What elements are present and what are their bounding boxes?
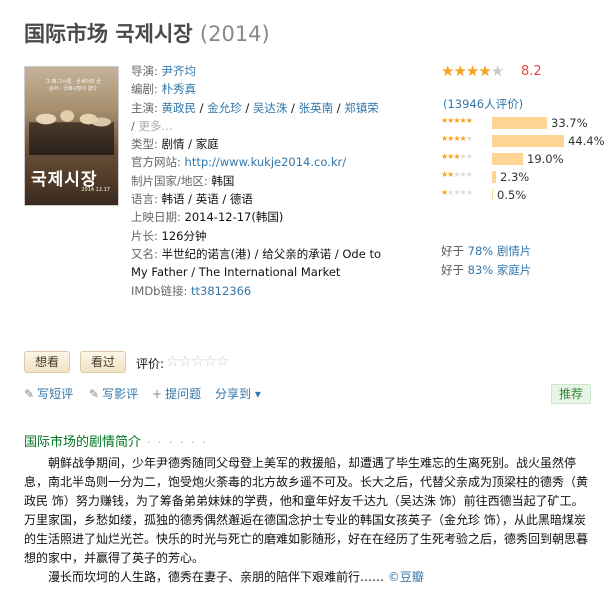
movie-year: (2014) — [199, 22, 270, 46]
rating-bar — [492, 117, 547, 129]
movie-poster[interactable]: 그 때 그시절 · 굳세어라 금순아 · 국제시장이 왔다 국제시장 2014 … — [24, 66, 119, 206]
site-label: 官方网站: — [131, 155, 181, 170]
rating-distribution-row: ★★★★★ 2.3% — [441, 168, 601, 186]
rating-percent: 33.7% — [551, 116, 588, 130]
aka-label: 又名: — [131, 246, 158, 261]
language-label: 语言: — [131, 192, 158, 207]
star-icon: ★ — [465, 62, 479, 80]
ask-question-link[interactable]: + 提问题 — [152, 385, 201, 402]
summary-text: 朝鲜战争期间，少年尹德秀随同父母登上美军的救援船，却遭遇了毕生难忘的生离死别。战… — [24, 454, 590, 587]
rate-stars-input[interactable]: ☆☆☆☆☆ — [166, 352, 229, 370]
rating-stars-icon: ★★★★★ — [441, 62, 504, 80]
imdb-link[interactable]: tt3812366 — [191, 284, 251, 298]
want-to-watch-button[interactable]: 想看 — [24, 351, 71, 373]
write-review-link[interactable]: ✎ 写影评 — [89, 385, 138, 402]
rating-bar — [492, 135, 564, 147]
rating-distribution-row: ★★★★★ 19.0% — [441, 150, 601, 168]
release-value: 2014-12-17(韩国) — [184, 210, 284, 225]
better-than-link[interactable]: 83% 家庭片 — [468, 263, 532, 277]
movie-title: 国际市场 국제시장 — [24, 22, 193, 46]
star-icon: ★ — [441, 62, 454, 80]
mini-stars-icon: ★★★★★ — [441, 188, 473, 197]
rating-distribution-row: ★★★★★ 44.4% — [441, 132, 605, 150]
rating-percent: 44.4% — [568, 134, 605, 148]
rating-distribution: ★★★★★ 33.7% ★★★★★ 44.4% ★★★★★ 19.0% ★★★★★ 2.3% ★… — [441, 114, 605, 204]
genre-label: 类型: — [131, 137, 158, 152]
douban-source-link[interactable]: ©豆瓣 — [388, 570, 424, 584]
rate-label: 评价: — [136, 357, 165, 371]
watched-button[interactable]: 看过 — [80, 351, 127, 373]
cast-link[interactable]: 金允珍 — [207, 101, 242, 115]
director-link[interactable]: 尹齐均 — [162, 64, 197, 78]
star-icon: ★ — [453, 62, 466, 80]
runtime-value: 126分钟 — [161, 228, 207, 243]
poster-photo — [29, 95, 114, 155]
rating-bar — [492, 171, 496, 183]
mini-stars-icon: ★★★★★ — [441, 170, 473, 179]
poster-tagline: 그 때 그시절 · 굳세어라 금순아 · 국제시장이 왔다 — [45, 79, 101, 92]
rating-bar — [492, 153, 523, 165]
rating-score: 8.2 — [521, 64, 542, 79]
aka-value: 半世纪的诺言(港) / 给父亲的承诺 / Ode to My Father / … — [131, 246, 382, 280]
rating-percent: 0.5% — [497, 188, 527, 202]
summary-heading: 国际市场的剧情简介 · · · · · · — [24, 435, 208, 450]
mini-stars-icon: ★★★★★ — [441, 116, 473, 125]
summary-paragraph: 漫长而坎坷的人生路，德秀在妻子、亲朋的陪伴下艰难前行…… ©豆瓣 — [48, 570, 424, 584]
page-title: 国际市场 국제시장 (2014) — [24, 18, 270, 48]
better-than-link[interactable]: 78% 剧情片 — [468, 244, 532, 258]
better-than-row: 好于 78% 剧情片 — [441, 244, 532, 258]
pencil-icon: ✎ — [89, 387, 100, 401]
chevron-down-icon: ▾ — [254, 387, 261, 401]
cast-link[interactable]: 张英南 — [299, 101, 334, 115]
mini-stars-icon: ★★★★★ — [441, 134, 473, 143]
release-label: 上映日期: — [131, 210, 181, 225]
plus-icon: + — [152, 387, 163, 401]
pencil-icon: ✎ — [24, 387, 35, 401]
cast-link[interactable]: 郑镇荣 — [344, 101, 379, 115]
writer-label: 编剧: — [131, 82, 158, 97]
summary-paragraph: 朝鲜战争期间，少年尹德秀随同父母登上美军的救援船，却遭遇了毕生难忘的生离死别。战… — [24, 456, 589, 565]
poster-date-text: 2014 12.17 — [81, 187, 110, 193]
official-site-link[interactable]: http://www.kukje2014.co.kr/ — [185, 155, 347, 169]
rating-percent: 2.3% — [500, 170, 530, 184]
imdb-label: IMDb链接: — [131, 283, 188, 298]
rating-bar — [492, 189, 493, 201]
runtime-label: 片长: — [131, 228, 158, 243]
cast-link[interactable]: 黄政民 — [162, 101, 197, 115]
director-label: 导演: — [131, 64, 158, 78]
movie-info: 导演: 尹齐均 编剧: 朴秀真 主演: 黄政民 / 金允珍 / 吴达洙 / 张英… — [131, 64, 382, 298]
better-than-row: 好于 83% 家庭片 — [441, 263, 532, 277]
better-than: 好于 78% 剧情片 好于 83% 家庭片 — [441, 242, 531, 280]
country-value: 韩国 — [211, 173, 235, 188]
share-dropdown[interactable]: 分享到 ▾ — [215, 385, 261, 402]
more-cast-link[interactable]: 更多... — [139, 119, 173, 133]
cast-label: 主演: — [131, 100, 158, 115]
country-label: 制片国家/地区: — [131, 173, 208, 188]
star-icon: ★ — [478, 62, 491, 80]
write-short-review-link[interactable]: ✎ 写短评 — [24, 385, 73, 402]
recommend-button[interactable]: 推荐 — [551, 384, 591, 404]
rating-distribution-row: ★★★★★ 33.7% — [441, 114, 601, 132]
rating-distribution-row: ★★★★★ 0.5% — [441, 186, 601, 204]
mini-stars-icon: ★★★★★ — [441, 152, 473, 161]
star-icon: ★ — [490, 62, 504, 80]
rating-percent: 19.0% — [527, 152, 564, 166]
language-value: 韩语 / 英语 / 德语 — [161, 192, 253, 207]
genre-value: 剧情 / 家庭 — [161, 137, 219, 152]
writer-link[interactable]: 朴秀真 — [162, 82, 197, 96]
rating-panel: ★★★★★ 8.2 (13946人评价) ★★★★★ 33.7% ★★★★★ 44.4… — [441, 62, 605, 202]
cast-link[interactable]: 吴达洙 — [253, 101, 288, 115]
rating-votes-link[interactable]: (13946人评价) — [443, 96, 523, 112]
